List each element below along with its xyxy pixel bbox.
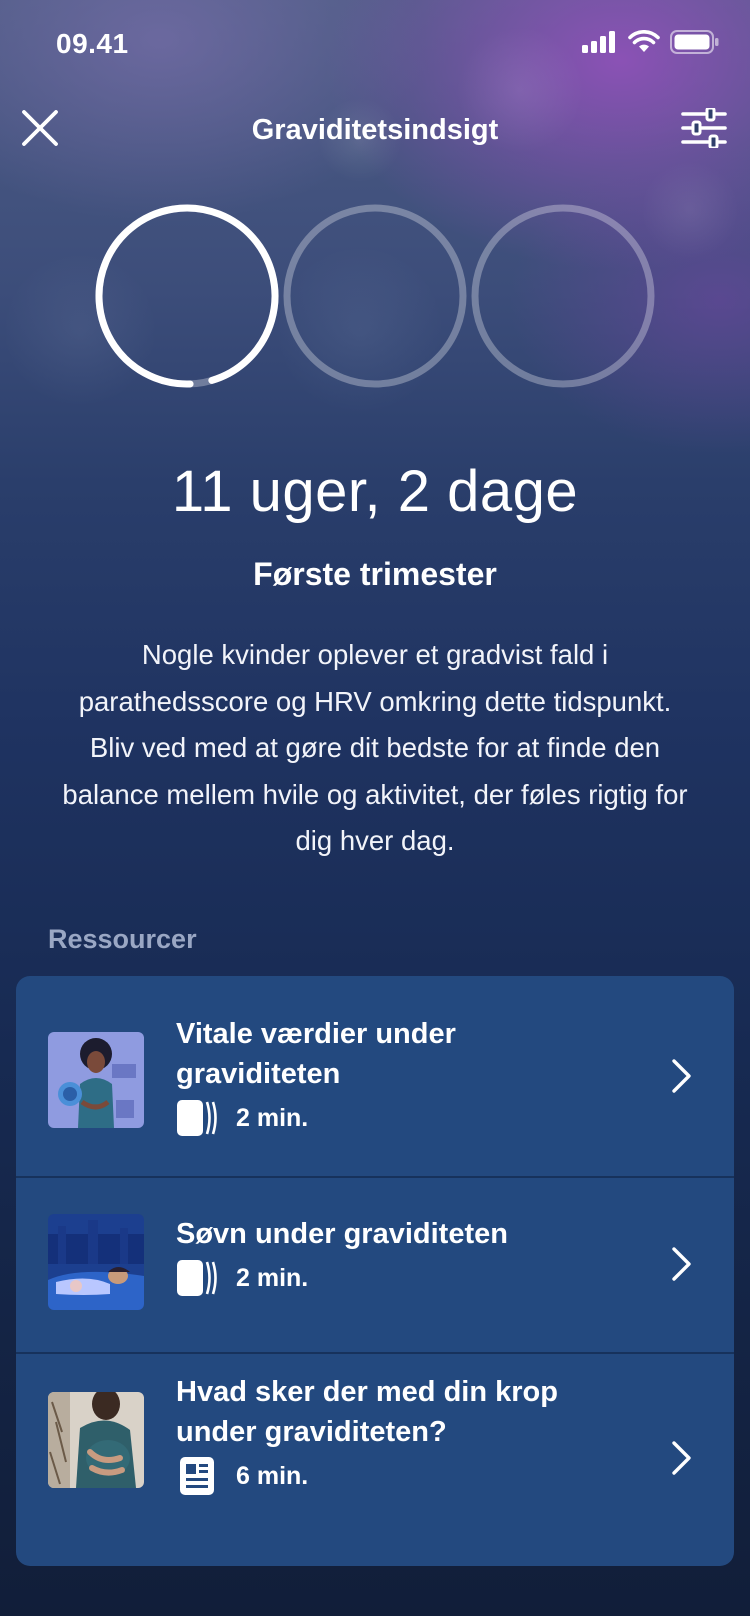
resource-duration: 2 min. bbox=[236, 1263, 309, 1292]
trimester-ring-3 bbox=[471, 204, 655, 388]
resource-text: Søvn under graviditeten 2 min. bbox=[176, 1214, 616, 1298]
chevron-right-icon bbox=[672, 1059, 691, 1093]
chevron-right-icon bbox=[672, 1441, 691, 1475]
audio-icon bbox=[176, 1098, 220, 1138]
resource-title: Vitale værdier under graviditeten bbox=[176, 1018, 456, 1090]
trimester-label: Første trimester bbox=[253, 556, 497, 592]
resource-item-sleep[interactable]: Søvn under graviditeten 2 min. bbox=[16, 1178, 734, 1352]
settings-sliders-icon bbox=[681, 106, 727, 153]
resources-heading: Ressourcer bbox=[48, 924, 197, 954]
article-icon bbox=[176, 1456, 220, 1496]
top-navigation: Graviditetsindsigt bbox=[0, 96, 750, 168]
trimester-progress-rings bbox=[0, 200, 750, 400]
resource-meta: 2 min. bbox=[176, 1258, 616, 1298]
pregnancy-duration: 11 uger, 2 dage bbox=[171, 459, 579, 524]
resource-thumbnail-vitals bbox=[48, 1032, 144, 1128]
insight-description: Nogle kvinder oplever et gradvist fald i… bbox=[62, 639, 688, 856]
cellular-signal-icon bbox=[582, 31, 618, 58]
page-title: Graviditetsindsigt bbox=[251, 114, 499, 146]
resource-item-vital-values[interactable]: Vitale værdier under graviditeten 2 min. bbox=[16, 976, 734, 1176]
resources-list: Vitale værdier under graviditeten 2 min. bbox=[16, 976, 734, 1566]
battery-icon bbox=[670, 30, 720, 59]
resource-text: Vitale værdier under graviditeten 2 min. bbox=[176, 1014, 616, 1138]
audio-icon bbox=[176, 1258, 220, 1298]
status-bar: 09.41 bbox=[0, 0, 750, 90]
status-icons bbox=[582, 30, 720, 59]
chevron-right-icon bbox=[672, 1247, 691, 1281]
wifi-icon bbox=[628, 30, 660, 59]
resource-thumbnail-sleep bbox=[48, 1214, 144, 1310]
status-time: 09.41 bbox=[56, 28, 129, 59]
resource-title: Hvad sker der med din krop under gravidi… bbox=[176, 1376, 558, 1448]
resource-duration: 6 min. bbox=[236, 1461, 309, 1490]
trimester-ring-2 bbox=[283, 204, 467, 388]
resource-meta: 6 min. bbox=[176, 1456, 616, 1496]
resource-meta: 2 min. bbox=[176, 1098, 616, 1138]
resource-item-body-changes[interactable]: Hvad sker der med din krop under gravidi… bbox=[16, 1354, 734, 1566]
trimester-ring-1 bbox=[95, 204, 279, 388]
resource-duration: 2 min. bbox=[236, 1103, 309, 1132]
trimester-ring-1-progress bbox=[95, 204, 279, 388]
filter-settings-button[interactable] bbox=[680, 106, 728, 153]
resource-title: Søvn under graviditeten bbox=[176, 1218, 508, 1250]
resource-thumbnail-body bbox=[48, 1392, 144, 1488]
resource-text: Hvad sker der med din krop under gravidi… bbox=[176, 1372, 616, 1496]
